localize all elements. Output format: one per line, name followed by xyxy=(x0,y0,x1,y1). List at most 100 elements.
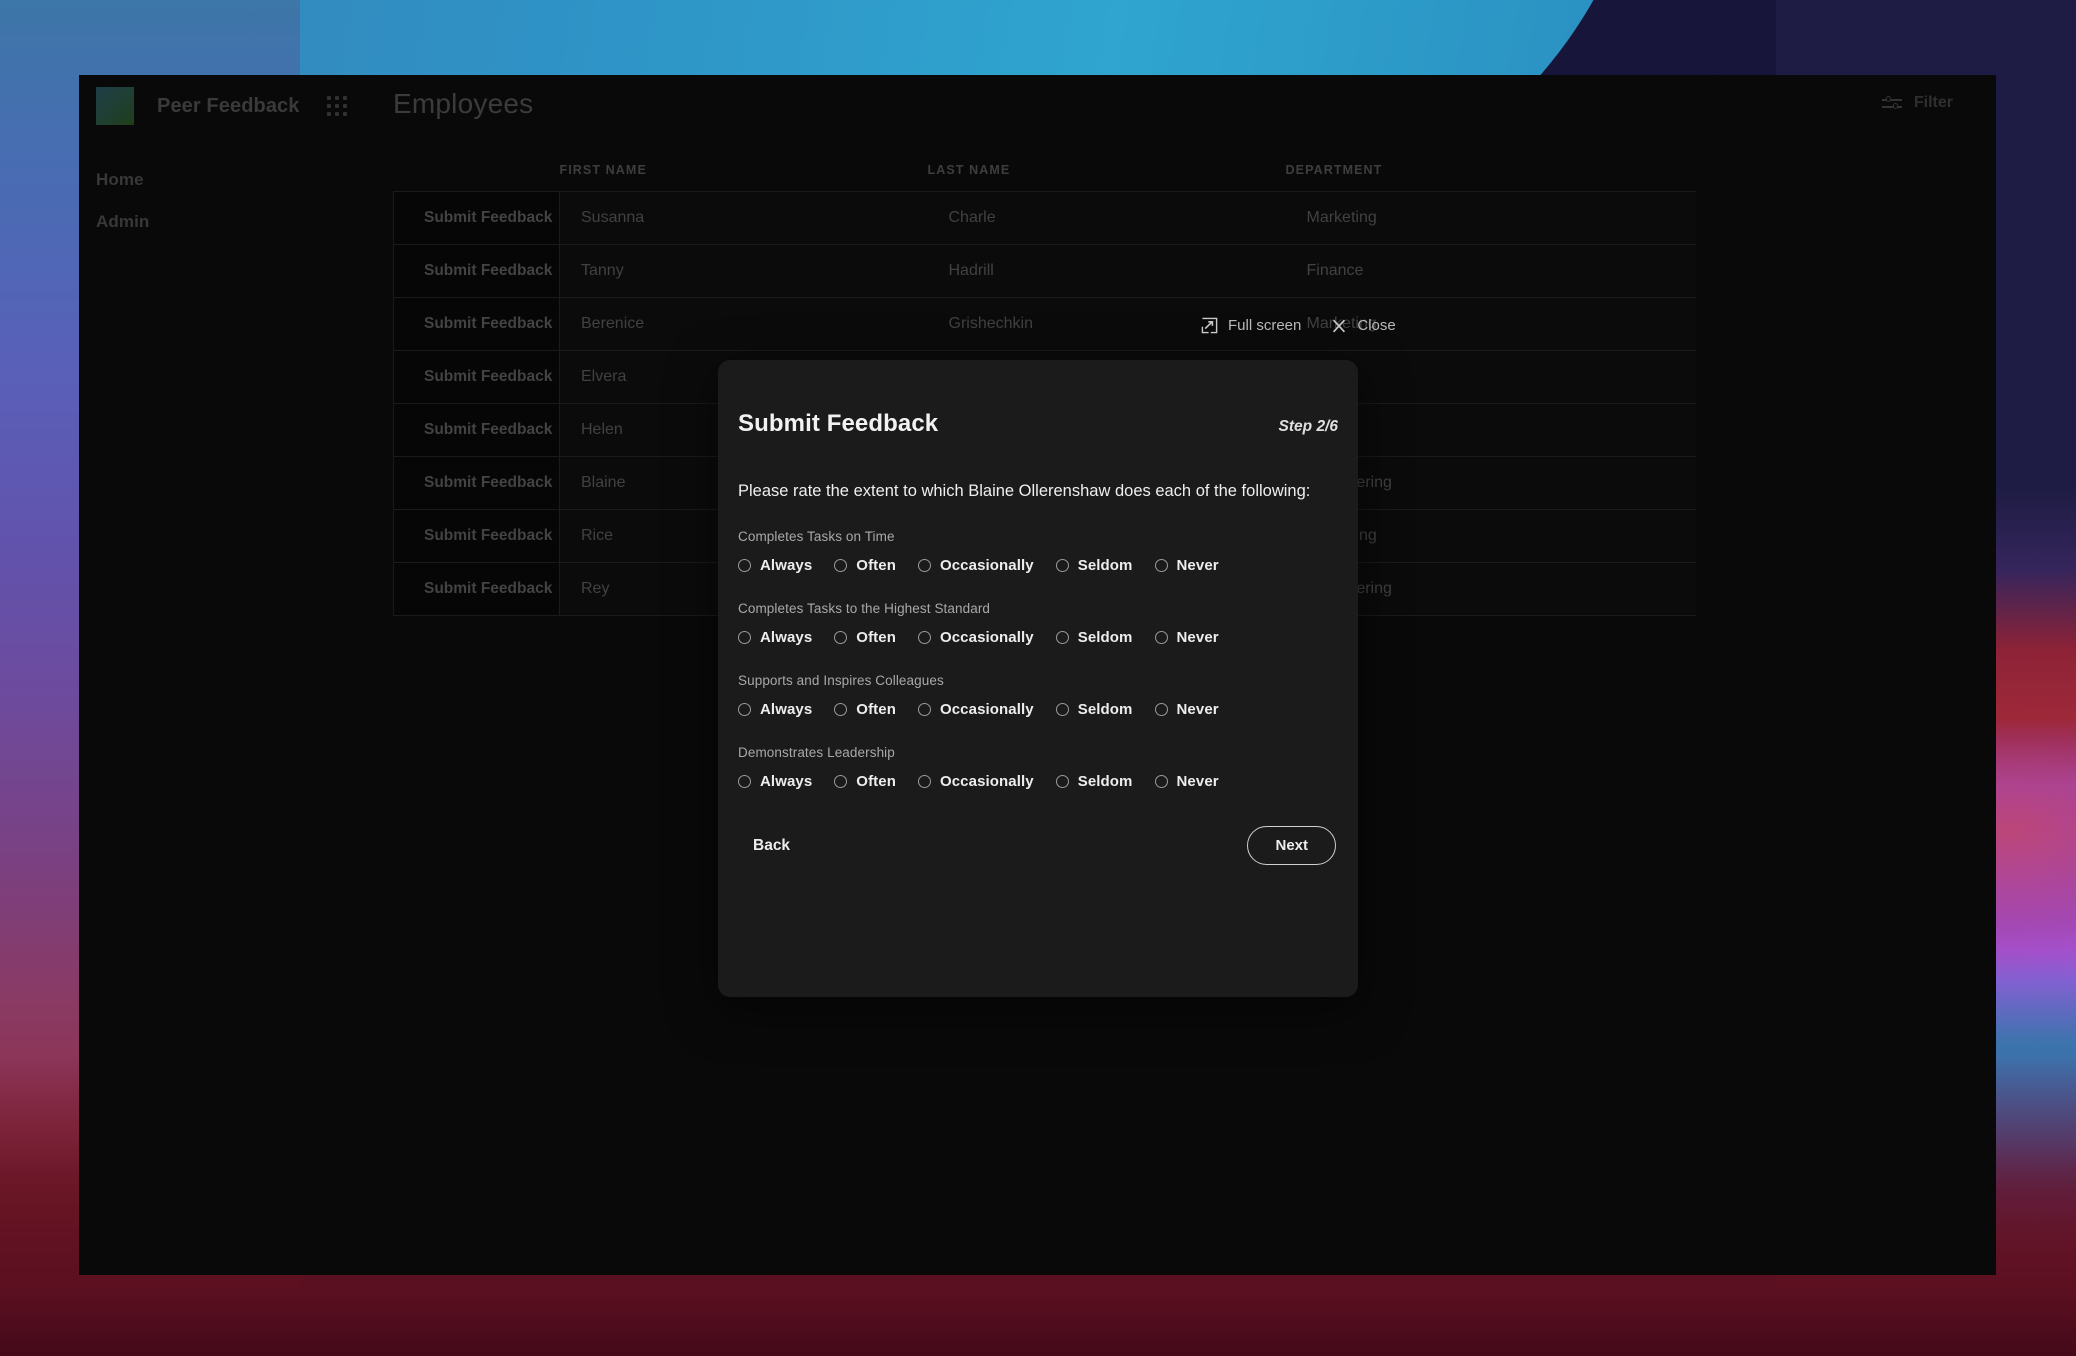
rating-question: Completes Tasks to the Highest Standard A… xyxy=(718,601,1358,646)
submit-feedback-link[interactable]: Submit Feedback xyxy=(394,209,559,227)
radio-icon[interactable] xyxy=(1154,703,1168,717)
cell-action: Submit Feedback xyxy=(393,456,560,510)
radio-icon[interactable] xyxy=(1154,559,1168,573)
modal-header: Submit Feedback Step 2/6 xyxy=(718,410,1358,438)
submit-feedback-link[interactable]: Submit Feedback xyxy=(394,368,559,386)
radio-option-always[interactable]: Always xyxy=(738,629,812,646)
radio-option-never[interactable]: Never xyxy=(1154,701,1219,719)
column-header-last-name: LAST NAME xyxy=(927,163,1011,177)
submit-feedback-link[interactable]: Submit Feedback xyxy=(394,580,559,598)
page-title: Employees xyxy=(393,88,534,119)
radio-option-occasionally[interactable]: Occasionally xyxy=(917,701,1034,719)
app-grid-icon[interactable] xyxy=(326,96,347,116)
rating-options: Always Often Occasionally Seldom Never xyxy=(738,701,1338,718)
radio-option-always[interactable]: Always xyxy=(738,773,812,790)
rating-question-label: Completes Tasks to the Highest Standard xyxy=(738,601,991,617)
radio-icon[interactable] xyxy=(738,631,751,645)
close-icon xyxy=(1333,319,1346,332)
radio-option-often[interactable]: Often xyxy=(834,557,896,574)
modal-prompt: Please rate the extent to which Blaine O… xyxy=(738,482,1311,500)
radio-option-occasionally[interactable]: Occasionally xyxy=(917,629,1034,646)
radio-option-label: Occasionally xyxy=(939,701,1034,719)
radio-option-often[interactable]: Often xyxy=(834,629,896,646)
radio-icon[interactable] xyxy=(834,559,848,573)
radio-option-never[interactable]: Never xyxy=(1154,773,1219,791)
radio-icon[interactable] xyxy=(834,775,848,789)
radio-option-never[interactable]: Never xyxy=(1154,557,1219,574)
radio-option-often[interactable]: Often xyxy=(834,773,896,790)
submit-feedback-link[interactable]: Submit Feedback xyxy=(394,474,559,492)
back-button[interactable]: Back xyxy=(747,831,796,861)
radio-icon[interactable] xyxy=(738,559,751,573)
brand-name: Peer Feedback xyxy=(157,94,300,117)
close-label: Close xyxy=(1357,317,1396,334)
radio-option-occasionally[interactable]: Occasionally xyxy=(917,773,1034,791)
radio-option-seldom[interactable]: Seldom xyxy=(1055,629,1133,646)
radio-option-seldom[interactable]: Seldom xyxy=(1055,773,1133,791)
cell-department-text: Marketing xyxy=(1306,209,1377,226)
radio-option-label: Always xyxy=(760,629,813,647)
radio-option-label: Never xyxy=(1176,701,1219,719)
submit-feedback-link[interactable]: Submit Feedback xyxy=(394,262,559,280)
radio-option-label: Often xyxy=(856,557,896,575)
cell-action: Submit Feedback xyxy=(393,350,560,404)
radio-icon[interactable] xyxy=(917,775,931,789)
sidebar-item-admin[interactable]: Admin xyxy=(79,201,393,243)
radio-icon[interactable] xyxy=(1055,775,1069,789)
rating-question-label: Supports and Inspires Colleagues xyxy=(738,673,944,689)
cell-last-name: Hadrill xyxy=(927,244,1286,298)
rating-options: Always Often Occasionally Seldom Never xyxy=(738,629,1338,646)
radio-icon[interactable] xyxy=(1154,775,1168,789)
radio-icon[interactable] xyxy=(917,559,931,573)
radio-icon[interactable] xyxy=(738,703,751,717)
table-row: Submit Feedback Berenice Grishechkin Market… xyxy=(393,297,1696,351)
radio-icon[interactable] xyxy=(834,631,848,645)
radio-option-always[interactable]: Always xyxy=(738,557,812,574)
brand[interactable]: Peer Feedback xyxy=(96,87,347,125)
radio-option-label: Never xyxy=(1176,773,1219,791)
radio-option-label: Often xyxy=(856,629,896,647)
next-button[interactable]: Next xyxy=(1247,826,1336,866)
radio-icon[interactable] xyxy=(917,631,931,645)
radio-icon[interactable] xyxy=(917,703,931,717)
table-row: Submit Feedback Susanna Charle Marketing xyxy=(393,191,1696,245)
radio-icon[interactable] xyxy=(834,703,848,717)
rating-options: Always Often Occasionally Seldom Never xyxy=(738,773,1338,790)
radio-option-occasionally[interactable]: Occasionally xyxy=(917,557,1034,575)
radio-option-label: Seldom xyxy=(1077,773,1133,791)
radio-icon[interactable] xyxy=(1055,703,1069,717)
radio-option-seldom[interactable]: Seldom xyxy=(1055,701,1133,718)
radio-option-label: Occasionally xyxy=(939,557,1034,575)
column-header-department: DEPARTMENT xyxy=(1285,163,1383,177)
submit-feedback-link[interactable]: Submit Feedback xyxy=(394,421,559,439)
close-button[interactable]: Close xyxy=(1331,317,1396,334)
cell-first-name-text: Rey xyxy=(581,580,610,597)
filter-button[interactable]: Filter xyxy=(1881,94,1953,112)
radio-option-always[interactable]: Always xyxy=(738,701,812,718)
radio-option-label: Occasionally xyxy=(939,773,1034,791)
radio-icon[interactable] xyxy=(1055,631,1069,645)
cell-last-name: Charle xyxy=(927,191,1286,245)
radio-icon[interactable] xyxy=(1055,559,1069,573)
radio-option-seldom[interactable]: Seldom xyxy=(1055,557,1133,574)
cell-first-name: Tanny xyxy=(559,244,928,298)
sidebar-item-home[interactable]: Home xyxy=(79,159,393,201)
cell-department-text: Finance xyxy=(1306,262,1364,279)
cell-last-name-text: Charle xyxy=(948,209,996,226)
full-screen-button[interactable]: Full screen xyxy=(1201,317,1301,334)
radio-icon[interactable] xyxy=(1154,631,1168,645)
cell-first-name-text: Helen xyxy=(581,421,623,438)
cell-first-name-text: Rice xyxy=(581,527,614,544)
radio-option-often[interactable]: Often xyxy=(834,701,896,718)
radio-option-never[interactable]: Never xyxy=(1154,629,1219,646)
radio-option-label: Often xyxy=(856,773,896,791)
cell-first-name-text: Tanny xyxy=(581,262,624,279)
radio-icon[interactable] xyxy=(738,775,751,789)
cell-first-name-text: Elvera xyxy=(581,368,627,385)
submit-feedback-link[interactable]: Submit Feedback xyxy=(394,315,559,333)
cell-action: Submit Feedback xyxy=(393,509,560,563)
sidebar: Home Admin xyxy=(79,147,393,1275)
submit-feedback-link[interactable]: Submit Feedback xyxy=(394,527,559,545)
rating-question: Supports and Inspires Colleagues Always Of… xyxy=(718,673,1358,718)
cell-action: Submit Feedback xyxy=(393,244,560,298)
